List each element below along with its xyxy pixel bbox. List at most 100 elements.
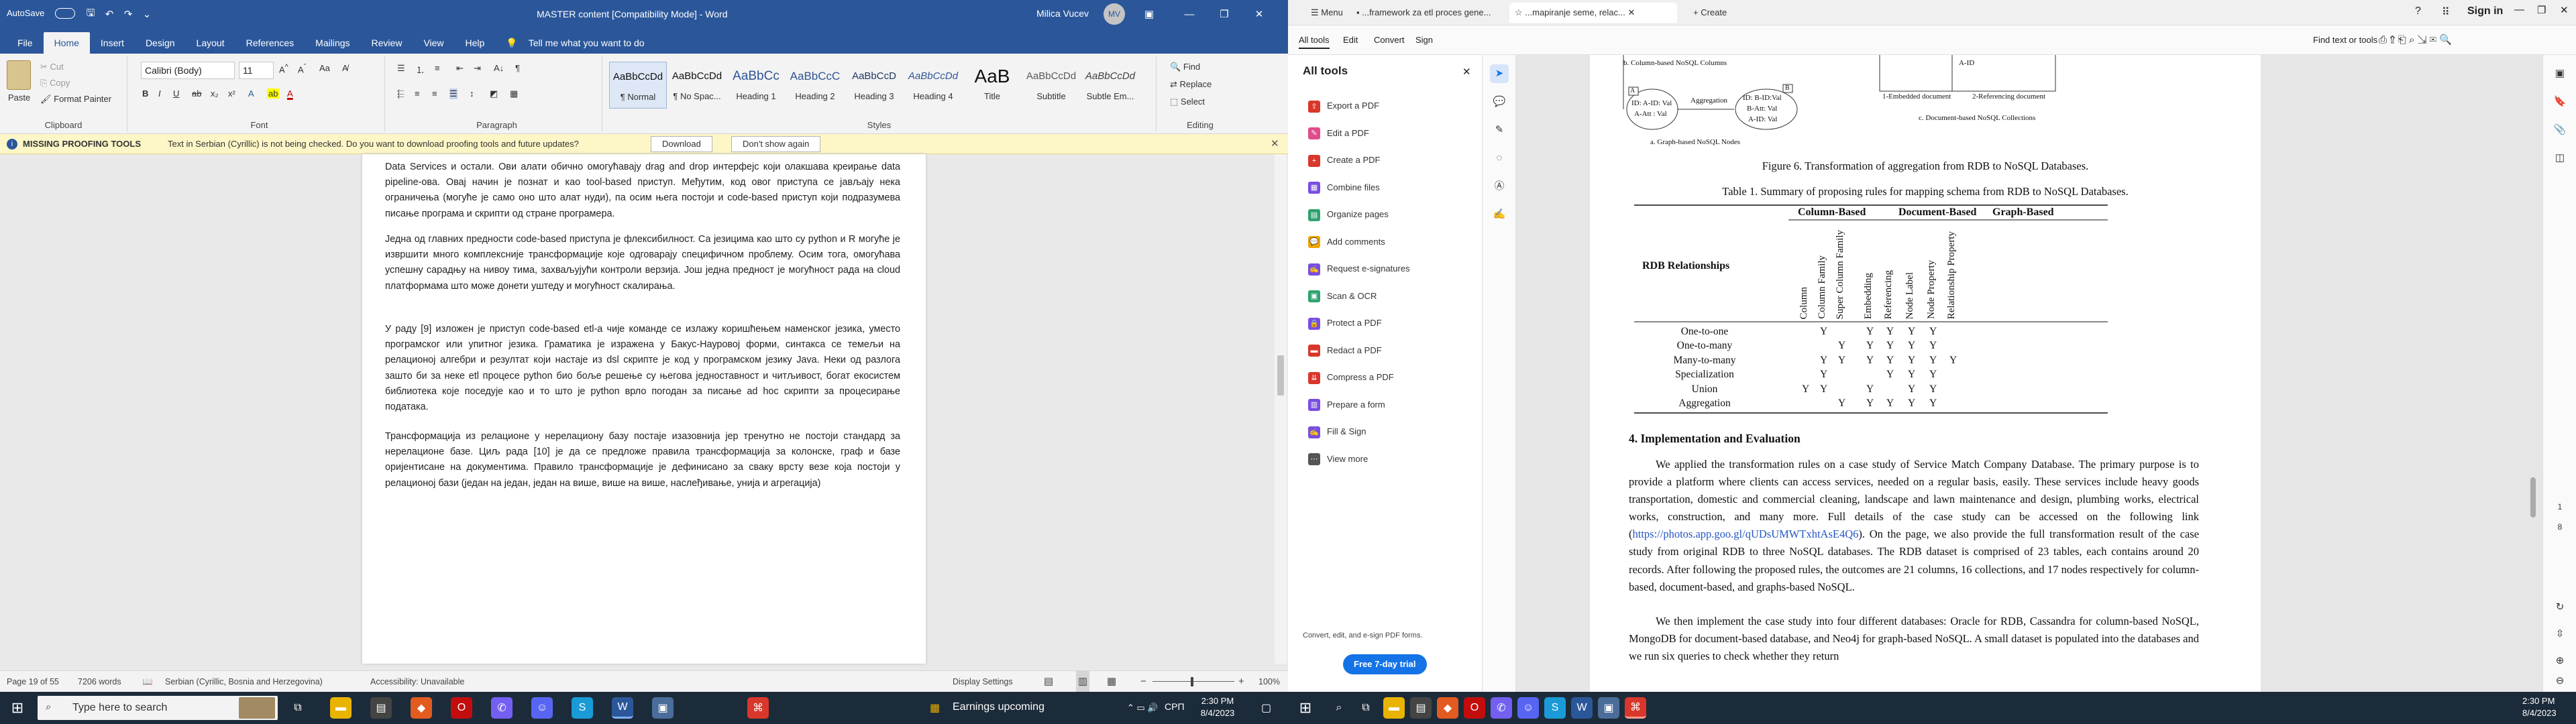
clear-format-icon[interactable]: A̸ (342, 63, 348, 73)
ribbon-tab-mailings[interactable]: Mailings (305, 32, 360, 54)
word-count[interactable]: 7206 words (78, 671, 121, 692)
tool-create-a-pdf[interactable]: + Create a PDF (1308, 151, 1380, 170)
help-icon[interactable]: ? (2415, 5, 2421, 17)
select-button[interactable]: ⬚ Select (1170, 97, 1205, 107)
shading-icon[interactable]: ◩ (490, 88, 498, 99)
zoom-out-icon[interactable]: − (1140, 671, 1146, 692)
paste-button[interactable]: Paste (8, 93, 30, 103)
font-name-select[interactable]: Calibri (Body) (141, 62, 235, 79)
viber-icon-right[interactable]: ✆ (1491, 697, 1512, 719)
zoom-slider-thumb[interactable] (1191, 677, 1193, 686)
minimize-icon[interactable]: — (1181, 5, 1198, 23)
menu-convert[interactable]: Convert (1374, 35, 1405, 45)
page-up-number[interactable]: 1 (2551, 497, 2569, 516)
page-count[interactable]: Page 19 of 55 (7, 671, 59, 692)
ribbon-tab-insert[interactable]: Insert (90, 32, 135, 54)
ribbon-tab-layout[interactable]: Layout (186, 32, 235, 54)
style-1[interactable]: AaBbCcDd ¶ No Spac... (668, 62, 726, 109)
comment-tool-icon[interactable]: 💬 (1490, 93, 1509, 111)
redo-icon[interactable]: ↷ (119, 5, 137, 23)
tool-prepare-a-form[interactable]: ▥ Prepare a form (1308, 396, 1385, 414)
tool-export-a-pdf[interactable]: ⇪ Export a PDF (1308, 97, 1379, 115)
align-right-icon[interactable]: ≡ (432, 88, 437, 99)
save-icon[interactable]: 🖫 (82, 5, 99, 23)
language-indicator[interactable]: СРП (1165, 701, 1185, 712)
find-button[interactable]: 🔍 Find (1170, 62, 1200, 72)
clock-date[interactable]: 8/4/2023 (1194, 708, 1241, 718)
apps-icon[interactable]: ⠿ (2442, 5, 2450, 19)
tab-mapiranje[interactable]: ☆ ...mapiranje seme, relac... ✕ (1509, 3, 1677, 23)
viber-icon[interactable]: ✆ (491, 697, 513, 719)
task-view-icon-right[interactable]: ⧉ (1355, 697, 1377, 719)
tool-protect-a-pdf[interactable]: 🔒 Protect a PDF (1308, 314, 1382, 333)
multilevel-list-icon[interactable]: ≡ (435, 63, 440, 73)
ribbon-tab-references[interactable]: References (235, 32, 305, 54)
brave-icon-right[interactable]: ◆ (1437, 697, 1458, 719)
style-6[interactable]: AaB Title (963, 62, 1021, 109)
ribbon-tab-home[interactable]: Home (43, 32, 90, 54)
find-text-tools[interactable]: Find text or tools (2313, 35, 2377, 45)
format-painter-button[interactable]: 🖌 Format Painter (40, 94, 111, 105)
page-number[interactable]: 8 (2551, 518, 2569, 536)
display-settings-button[interactable]: Display Settings (953, 671, 1013, 692)
opera-icon[interactable]: O (451, 697, 472, 719)
acro-maximize-icon[interactable]: ❐ (2537, 4, 2546, 16)
copy-button[interactable]: ⎘ Copy (40, 78, 70, 88)
menu-all-tools[interactable]: All tools (1299, 35, 1330, 49)
style-7[interactable]: AaBbCcDd Subtitle (1022, 62, 1080, 109)
acrobat-taskbar-icon[interactable]: ⌘ (747, 697, 769, 719)
app-icon-right[interactable]: ▣ (1598, 697, 1619, 719)
proofing-icon[interactable]: 📖 (142, 671, 153, 692)
clock-time-right[interactable]: 2:30 PM (2522, 696, 2555, 706)
undo-icon[interactable]: ↶ (101, 5, 118, 23)
brave-icon[interactable]: ◆ (411, 697, 432, 719)
style-2[interactable]: AaBbCc Heading 1 (727, 62, 785, 109)
signin-link[interactable]: Sign in (2467, 5, 2503, 17)
opera-icon-right[interactable]: O (1464, 697, 1485, 719)
zoom-level[interactable]: 100% (1258, 671, 1280, 692)
superscript-button[interactable]: x² (228, 88, 235, 99)
web-layout-icon[interactable]: ▦ (1107, 671, 1116, 692)
increase-indent-icon[interactable]: ⇥ (474, 63, 481, 74)
start-icon-right[interactable]: ⊞ (1295, 697, 1316, 719)
tool-combine-files[interactable]: ▦ Combine files (1308, 178, 1380, 197)
ribbon-tab-review[interactable]: Review (361, 32, 413, 54)
tool-view-more[interactable]: ⋯ View more (1308, 450, 1368, 469)
print-layout-icon[interactable]: ▥ (1076, 671, 1090, 692)
user-name[interactable]: Milica Vucev (1036, 8, 1089, 19)
style-0[interactable]: AaBbCcDd ¶ Normal (609, 62, 667, 109)
ribbon-tab-help[interactable]: Help (455, 32, 496, 54)
panel-close-icon[interactable]: ✕ (1462, 66, 1471, 78)
toolbar-icons[interactable]: ⎙ ⇪ ⎗ ⌕ ⇲ ✉ 🔍 (2379, 34, 2452, 46)
task-view-icon[interactable]: ⧉ (287, 697, 309, 719)
draw-tool-icon[interactable]: ✎ (1490, 121, 1509, 139)
select-tool-icon[interactable]: ➤ (1490, 64, 1509, 83)
word-taskbar-icon[interactable]: W (612, 697, 633, 719)
text-tool-icon[interactable]: Ⓐ (1490, 177, 1509, 196)
download-button[interactable]: Download (651, 136, 712, 152)
tab-framework[interactable]: ▪ ...framework za etl proces gene... (1351, 3, 1507, 23)
file-explorer-icon[interactable]: ▬ (330, 697, 352, 719)
style-3[interactable]: AaBbCcC Heading 2 (786, 62, 844, 109)
pdf-scroll-thumb[interactable] (2530, 477, 2536, 518)
ribbon-tab-design[interactable]: Design (135, 32, 186, 54)
page-nav-icon[interactable]: ⇳ (2551, 625, 2569, 644)
acrobat-icon-right[interactable]: ⌘ (1625, 697, 1646, 719)
document-page[interactable]: Data Services и остали. Ови алати обично… (362, 154, 926, 664)
tool-add-comments[interactable]: 💬 Add comments (1308, 233, 1385, 251)
ribbon-tab-view[interactable]: View (413, 32, 454, 54)
cut-button[interactable]: ✂ Cut (40, 62, 64, 72)
ribbon-tab-file[interactable]: File (7, 32, 44, 54)
align-center-icon[interactable]: ≡ (415, 88, 420, 99)
notifications-icon[interactable]: ▢ (1261, 701, 1271, 715)
discord-icon-right[interactable]: ☺ (1517, 697, 1539, 719)
accessibility-status[interactable]: Accessibility: Unavailable (370, 671, 464, 692)
font-size-select[interactable]: 11 (239, 62, 274, 79)
style-8[interactable]: AaBbCcDd Subtle Em... (1081, 62, 1139, 109)
autosave-label[interactable]: AutoSave (7, 8, 44, 18)
tool-edit-a-pdf[interactable]: ✎ Edit a PDF (1308, 124, 1369, 143)
language-status[interactable]: Serbian (Cyrillic, Bosnia and Herzegovin… (165, 671, 323, 692)
clock-time[interactable]: 2:30 PM (1194, 696, 1241, 706)
notepad-icon[interactable]: ▤ (370, 697, 392, 719)
attachments-icon[interactable]: 📎 (2551, 121, 2569, 139)
